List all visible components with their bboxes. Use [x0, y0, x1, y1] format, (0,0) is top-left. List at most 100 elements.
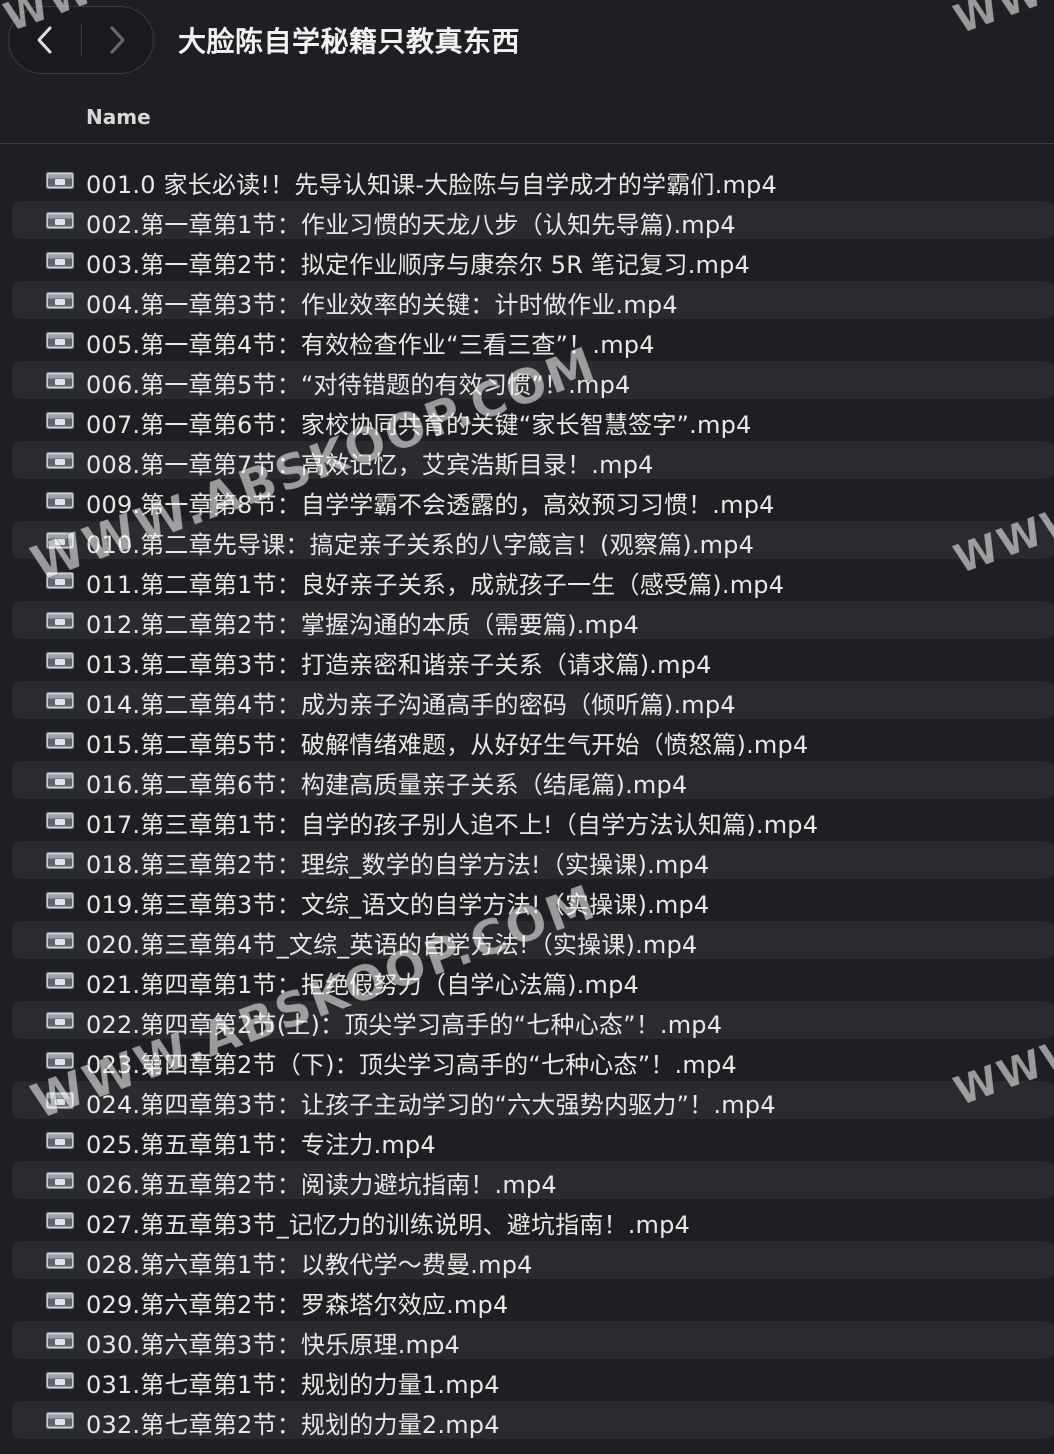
file-name: 021.第四章第1节：拒绝假努力（自学心法篇).mp4: [86, 971, 639, 999]
video-file-icon: [46, 1372, 74, 1389]
video-file-icon: [46, 332, 74, 349]
file-row[interactable]: 012.第二章第2节：掌握沟通的本质（需要篇).mp4: [0, 600, 1054, 640]
file-row[interactable]: 014.第二章第4节：成为亲子沟通高手的密码（倾听篇).mp4: [0, 680, 1054, 720]
video-file-icon: [46, 292, 74, 309]
file-name: 007.第一章第6节：家校协同共育的关键“家长智慧签字”.mp4: [86, 411, 752, 439]
video-file-icon: [46, 972, 74, 989]
file-name: 019.第三章第3节：文综_语文的自学方法!（实操课).mp4: [86, 891, 710, 919]
file-row[interactable]: 002.第一章第1节：作业习惯的天龙八步（认知先导篇).mp4: [0, 200, 1054, 240]
file-name: 014.第二章第4节：成为亲子沟通高手的密码（倾听篇).mp4: [86, 691, 736, 719]
file-row[interactable]: 032.第七章第2节：规划的力量2.mp4: [0, 1400, 1054, 1440]
video-file-icon: [46, 772, 74, 789]
video-file-icon: [46, 852, 74, 869]
video-file-icon: [46, 732, 74, 749]
list-header: Name: [0, 94, 1054, 144]
file-row[interactable]: 010.第二章先导课：搞定亲子关系的八字箴言！(观察篇).mp4: [0, 520, 1054, 560]
file-row[interactable]: 006.第一章第5节：“对待错题的有效习惯”！.mp4: [0, 360, 1054, 400]
video-file-icon: [46, 532, 74, 549]
file-row[interactable]: 024.第四章第3节：让孩子主动学习的“六大强势内驱力”！.mp4: [0, 1080, 1054, 1120]
file-name: 020.第三章第4节_文综_英语的自学方法!（实操课).mp4: [86, 931, 698, 959]
file-name: 011.第二章第1节：良好亲子关系，成就孩子一生（感受篇).mp4: [86, 571, 785, 599]
file-name: 030.第六章第3节：快乐原理.mp4: [86, 1331, 461, 1359]
file-name: 013.第二章第3节：打造亲密和谐亲子关系（请求篇).mp4: [86, 651, 712, 679]
file-name: 016.第二章第6节：构建高质量亲子关系（结尾篇).mp4: [86, 771, 688, 799]
file-row[interactable]: 031.第七章第1节：规划的力量1.mp4: [0, 1360, 1054, 1400]
video-file-icon: [46, 492, 74, 509]
file-row[interactable]: 027.第五章第3节_记忆力的训练说明、避坑指南！.mp4: [0, 1200, 1054, 1240]
file-row[interactable]: 009.第一章第8节：自学学霸不会透露的，高效预习习惯！.mp4: [0, 480, 1054, 520]
file-row[interactable]: 028.第六章第1节：以教代学～费曼.mp4: [0, 1240, 1054, 1280]
file-name: 031.第七章第1节：规划的力量1.mp4: [86, 1371, 500, 1399]
file-row[interactable]: 013.第二章第3节：打造亲密和谐亲子关系（请求篇).mp4: [0, 640, 1054, 680]
file-name: 028.第六章第1节：以教代学～费曼.mp4: [86, 1251, 533, 1279]
video-file-icon: [46, 1292, 74, 1309]
chevron-right-icon: [110, 26, 125, 54]
file-row[interactable]: 011.第二章第1节：良好亲子关系，成就孩子一生（感受篇).mp4: [0, 560, 1054, 600]
file-name: 008.第一章第7节：高效记忆，艾宾浩斯目录！.mp4: [86, 451, 654, 479]
file-name: 001.0 家长必读!！先导认知课-大脸陈与自学成才的学霸们.mp4: [86, 171, 777, 199]
file-row[interactable]: 023.第四章第2节（下)：顶尖学习高手的“七种心态”！.mp4: [0, 1040, 1054, 1080]
toolbar: 大脸陈自学秘籍只教真东西: [0, 0, 1054, 84]
video-file-icon: [46, 612, 74, 629]
file-name: 025.第五章第1节：专注力.mp4: [86, 1131, 436, 1159]
file-name: 023.第四章第2节（下)：顶尖学习高手的“七种心态”！.mp4: [86, 1051, 737, 1079]
file-name: 012.第二章第2节：掌握沟通的本质（需要篇).mp4: [86, 611, 639, 639]
video-file-icon: [46, 212, 74, 229]
back-button[interactable]: [9, 7, 81, 73]
video-file-icon: [46, 452, 74, 469]
file-row[interactable]: 020.第三章第4节_文综_英语的自学方法!（实操课).mp4: [0, 920, 1054, 960]
file-row[interactable]: 021.第四章第1节：拒绝假努力（自学心法篇).mp4: [0, 960, 1054, 1000]
file-row[interactable]: 025.第五章第1节：专注力.mp4: [0, 1120, 1054, 1160]
file-row[interactable]: 008.第一章第7节：高效记忆，艾宾浩斯目录！.mp4: [0, 440, 1054, 480]
file-row[interactable]: 001.0 家长必读!！先导认知课-大脸陈与自学成才的学霸们.mp4: [0, 160, 1054, 200]
video-file-icon: [46, 572, 74, 589]
video-file-icon: [46, 1332, 74, 1349]
video-file-icon: [46, 412, 74, 429]
video-file-icon: [46, 1212, 74, 1229]
file-row[interactable]: 007.第一章第6节：家校协同共育的关键“家长智慧签字”.mp4: [0, 400, 1054, 440]
navigation-buttons: [8, 6, 154, 74]
file-name: 032.第七章第2节：规划的力量2.mp4: [86, 1411, 500, 1439]
file-name: 018.第三章第2节：理综_数学的自学方法!（实操课).mp4: [86, 851, 710, 879]
file-row[interactable]: 029.第六章第2节：罗森塔尔效应.mp4: [0, 1280, 1054, 1320]
file-name: 027.第五章第3节_记忆力的训练说明、避坑指南！.mp4: [86, 1211, 691, 1239]
file-row[interactable]: 017.第三章第1节：自学的孩子别人追不上!（自学方法认知篇).mp4: [0, 800, 1054, 840]
file-row[interactable]: 003.第一章第2节：拟定作业顺序与康奈尔 5R 笔记复习.mp4: [0, 240, 1054, 280]
file-row[interactable]: 005.第一章第4节：有效检查作业“三看三查”！.mp4: [0, 320, 1054, 360]
file-name: 004.第一章第3节：作业效率的关键：计时做作业.mp4: [86, 291, 678, 319]
file-row[interactable]: 030.第六章第3节：快乐原理.mp4: [0, 1320, 1054, 1360]
file-row[interactable]: 019.第三章第3节：文综_语文的自学方法!（实操课).mp4: [0, 880, 1054, 920]
file-row[interactable]: 015.第二章第5节：破解情绪难题，从好好生气开始（愤怒篇).mp4: [0, 720, 1054, 760]
video-file-icon: [46, 932, 74, 949]
file-name: 029.第六章第2节：罗森塔尔效应.mp4: [86, 1291, 509, 1319]
video-file-icon: [46, 1132, 74, 1149]
video-file-icon: [46, 1052, 74, 1069]
file-name: 015.第二章第5节：破解情绪难题，从好好生气开始（愤怒篇).mp4: [86, 731, 809, 759]
video-file-icon: [46, 172, 74, 189]
video-file-icon: [46, 892, 74, 909]
file-list: 001.0 家长必读!！先导认知课-大脸陈与自学成才的学霸们.mp4 002.第一…: [0, 160, 1054, 1440]
video-file-icon: [46, 652, 74, 669]
file-row[interactable]: 004.第一章第3节：作业效率的关键：计时做作业.mp4: [0, 280, 1054, 320]
forward-button[interactable]: [81, 7, 153, 73]
video-file-icon: [46, 372, 74, 389]
chevron-left-icon: [37, 26, 52, 54]
window-title: 大脸陈自学秘籍只教真东西: [178, 25, 521, 58]
file-name: 026.第五章第2节：阅读力避坑指南！.mp4: [86, 1171, 557, 1199]
file-name: 024.第四章第3节：让孩子主动学习的“六大强势内驱力”！.mp4: [86, 1091, 776, 1119]
file-name: 005.第一章第4节：有效检查作业“三看三查”！.mp4: [86, 331, 655, 359]
name-column-header[interactable]: Name: [86, 105, 151, 129]
file-name: 022.第四章第2节(上)：顶尖学习高手的“七种心态”！.mp4: [86, 1011, 723, 1039]
file-name: 009.第一章第8节：自学学霸不会透露的，高效预习习惯！.mp4: [86, 491, 775, 519]
file-row[interactable]: 026.第五章第2节：阅读力避坑指南！.mp4: [0, 1160, 1054, 1200]
video-file-icon: [46, 1172, 74, 1189]
file-row[interactable]: 016.第二章第6节：构建高质量亲子关系（结尾篇).mp4: [0, 760, 1054, 800]
file-row[interactable]: 022.第四章第2节(上)：顶尖学习高手的“七种心态”！.mp4: [0, 1000, 1054, 1040]
file-name: 006.第一章第5节：“对待错题的有效习惯”！.mp4: [86, 371, 631, 399]
video-file-icon: [46, 1252, 74, 1269]
video-file-icon: [46, 1412, 74, 1429]
file-name: 003.第一章第2节：拟定作业顺序与康奈尔 5R 笔记复习.mp4: [86, 251, 751, 279]
file-name: 010.第二章先导课：搞定亲子关系的八字箴言！(观察篇).mp4: [86, 531, 755, 559]
file-row[interactable]: 018.第三章第2节：理综_数学的自学方法!（实操课).mp4: [0, 840, 1054, 880]
finder-window: 大脸陈自学秘籍只教真东西 Name 001.0 家长必读!！先导认知课-大脸陈与…: [0, 0, 1054, 1454]
